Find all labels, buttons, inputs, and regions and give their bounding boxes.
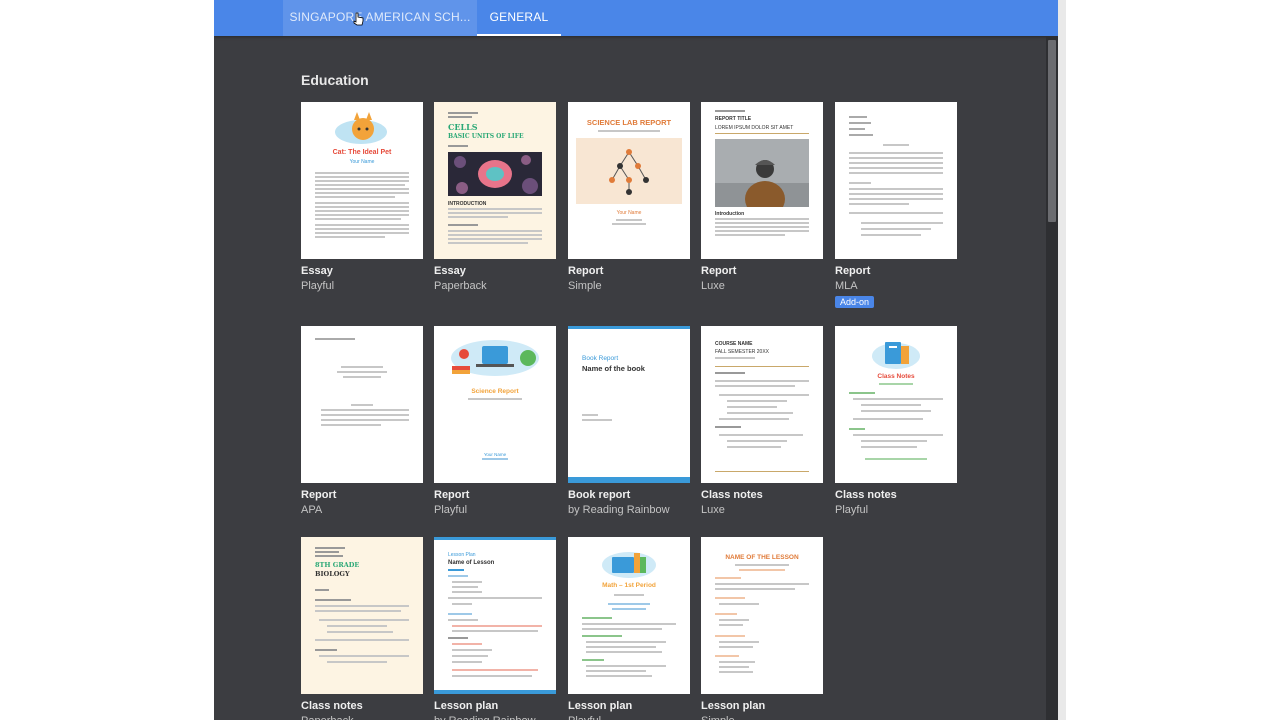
template-subtitle: Your Name	[349, 159, 375, 165]
template-thumbnail: NAME OF THE LESSON	[701, 537, 823, 694]
template-style: APA	[301, 504, 323, 516]
template-thumbnail: REPORT TITLE LOREM IPSUM DOLOR SIT AMET …	[701, 102, 823, 259]
template-title: Class Notes	[877, 373, 915, 380]
template-name: Class notes	[301, 700, 363, 712]
template-thumbnail: Class Notes	[835, 326, 957, 483]
template-title: CELLS	[448, 122, 478, 132]
template-thumbnail	[301, 326, 423, 483]
tab-organization[interactable]: SINGAPORE AMERICAN SCH...	[283, 0, 477, 36]
template-name: Report	[568, 265, 604, 277]
template-title: Math – 1st Period	[602, 582, 656, 589]
template-title: Book Report	[582, 355, 619, 362]
template-thumbnail: 8TH GRADE BIOLOGY	[301, 537, 423, 694]
section-title: Education	[301, 72, 369, 88]
template-style: Luxe	[701, 504, 725, 516]
template-subtitle: Your Name	[616, 210, 642, 216]
template-thumbnail: COURSE NAME FALL SEMESTER 20XX	[701, 326, 823, 483]
template-style: Simple	[568, 280, 602, 292]
cell-illustration-icon	[448, 152, 542, 196]
tab-general[interactable]: GENERAL	[477, 0, 561, 36]
template-name: Report	[835, 265, 871, 277]
template-style: Paperback	[434, 280, 487, 292]
template-style: by Reading Rainbow	[568, 504, 670, 516]
science-illustration-icon	[451, 340, 539, 376]
template-name: Book report	[568, 489, 631, 501]
template-name: Lesson plan	[434, 700, 499, 712]
cover-photo-icon	[715, 139, 809, 207]
template-name: Report	[301, 489, 337, 501]
template-style: Simple	[701, 715, 735, 720]
template-style: Paperback	[301, 715, 354, 720]
template-style: Playful	[568, 715, 601, 720]
template-thumbnail	[835, 102, 957, 259]
template-name: Essay	[434, 265, 466, 277]
cursor-icon	[353, 12, 364, 26]
addon-badge: Add-on	[835, 296, 875, 308]
template-thumbnail: Math – 1st Period	[568, 537, 690, 694]
template-title: Cat: The Ideal Pet	[332, 149, 392, 156]
template-name: Class notes	[835, 489, 897, 501]
template-subtitle: Name of Lesson	[448, 560, 495, 566]
template-thumbnail: Science Report Your Name	[434, 326, 556, 483]
template-gallery: SINGAPORE AMERICAN SCH... GENERAL Educat…	[214, 0, 1058, 720]
template-subtitle: BIOLOGY	[315, 570, 350, 578]
template-title: 8TH GRADE	[315, 561, 360, 569]
books-illustration-icon	[602, 552, 656, 578]
template-thumbnail: SCIENCE LAB REPORT Your Name	[568, 102, 690, 259]
template-thumbnail: Cat: The Ideal Pet Your Name	[301, 102, 423, 259]
template-subtitle: Name of the book	[582, 364, 645, 373]
top-tab-bar: SINGAPORE AMERICAN SCH... GENERAL	[214, 0, 1058, 36]
template-style: Playful	[301, 280, 335, 292]
template-subtitle: BASIC UNITS OF LIFE	[448, 133, 524, 140]
template-thumbnail: CELLS BASIC UNITS OF LIFE INTRODUCTION	[434, 102, 556, 259]
template-name: Report	[434, 489, 470, 501]
template-name: Class notes	[701, 489, 763, 501]
template-style: Luxe	[701, 280, 725, 292]
template-title: NAME OF THE LESSON	[725, 554, 799, 561]
template-name: Lesson plan	[701, 700, 766, 712]
notebook-illustration-icon	[872, 342, 920, 369]
template-subtitle: LOREM IPSUM DOLOR SIT AMET	[715, 125, 794, 131]
template-thumbnail: Book Report Name of the book	[568, 326, 690, 483]
template-style: Playful	[835, 504, 869, 516]
template-title: SCIENCE LAB REPORT	[586, 118, 672, 127]
scrollbar-thumb[interactable]	[1048, 40, 1056, 222]
template-title: REPORT TITLE	[715, 116, 752, 122]
template-thumbnail: Lesson Plan Name of Lesson	[434, 537, 556, 694]
molecule-illustration-icon	[576, 138, 682, 204]
window-edge	[1058, 0, 1066, 720]
template-style: Playful	[434, 504, 468, 516]
template-name: Report	[701, 265, 737, 277]
template-name: Lesson plan	[568, 700, 633, 712]
template-subtitle: FALL SEMESTER 20XX	[715, 349, 770, 355]
template-style: by Reading Rainbow	[434, 715, 536, 720]
template-title: Science Report	[471, 388, 519, 395]
template-name: Essay	[301, 265, 333, 277]
template-style: MLA	[835, 280, 858, 292]
